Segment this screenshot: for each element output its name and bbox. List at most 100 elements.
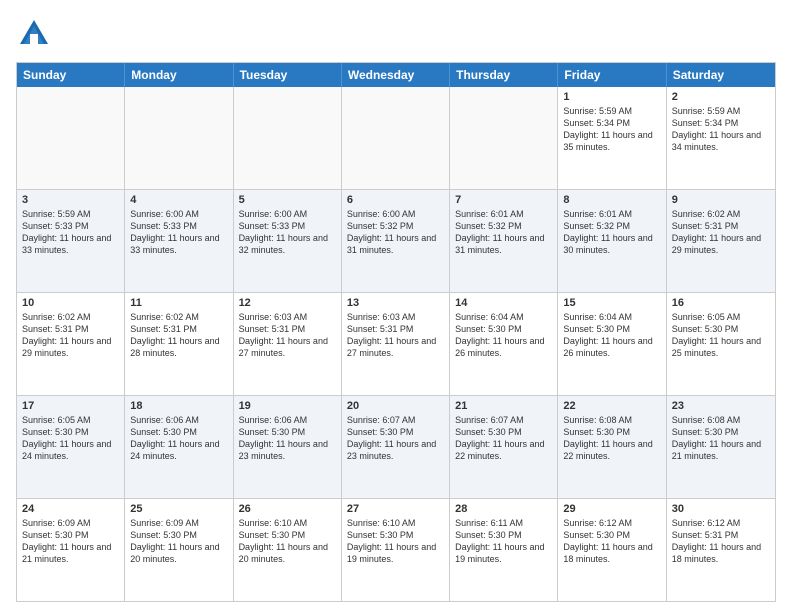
day-info: Sunrise: 5:59 AM Sunset: 5:34 PM Dayligh… xyxy=(672,105,770,154)
day-info: Sunrise: 6:10 AM Sunset: 5:30 PM Dayligh… xyxy=(239,517,336,566)
day-info: Sunrise: 6:00 AM Sunset: 5:33 PM Dayligh… xyxy=(239,208,336,257)
calendar-week-4: 17 Sunrise: 6:05 AM Sunset: 5:30 PM Dayli… xyxy=(17,396,775,499)
day-number: 17 xyxy=(22,400,119,412)
calendar-cell xyxy=(125,87,233,189)
calendar-cell: 21 Sunrise: 6:07 AM Sunset: 5:30 PM Dayli… xyxy=(450,396,558,498)
day-number: 19 xyxy=(239,400,336,412)
calendar-cell: 20 Sunrise: 6:07 AM Sunset: 5:30 PM Dayli… xyxy=(342,396,450,498)
calendar-cell: 4 Sunrise: 6:00 AM Sunset: 5:33 PM Daylig… xyxy=(125,190,233,292)
calendar-cell xyxy=(234,87,342,189)
day-info: Sunrise: 6:02 AM Sunset: 5:31 PM Dayligh… xyxy=(22,311,119,360)
day-info: Sunrise: 6:07 AM Sunset: 5:30 PM Dayligh… xyxy=(347,414,444,463)
calendar-cell xyxy=(342,87,450,189)
calendar-cell xyxy=(450,87,558,189)
day-number: 26 xyxy=(239,503,336,515)
calendar-cell: 29 Sunrise: 6:12 AM Sunset: 5:30 PM Dayli… xyxy=(558,499,666,601)
day-info: Sunrise: 6:05 AM Sunset: 5:30 PM Dayligh… xyxy=(672,311,770,360)
day-number: 21 xyxy=(455,400,552,412)
day-info: Sunrise: 6:12 AM Sunset: 5:31 PM Dayligh… xyxy=(672,517,770,566)
calendar-cell: 1 Sunrise: 5:59 AM Sunset: 5:34 PM Daylig… xyxy=(558,87,666,189)
calendar-cell: 30 Sunrise: 6:12 AM Sunset: 5:31 PM Dayli… xyxy=(667,499,775,601)
calendar-cell: 6 Sunrise: 6:00 AM Sunset: 5:32 PM Daylig… xyxy=(342,190,450,292)
day-info: Sunrise: 5:59 AM Sunset: 5:33 PM Dayligh… xyxy=(22,208,119,257)
day-info: Sunrise: 6:04 AM Sunset: 5:30 PM Dayligh… xyxy=(455,311,552,360)
day-number: 8 xyxy=(563,194,660,206)
day-info: Sunrise: 6:11 AM Sunset: 5:30 PM Dayligh… xyxy=(455,517,552,566)
day-info: Sunrise: 6:04 AM Sunset: 5:30 PM Dayligh… xyxy=(563,311,660,360)
calendar-cell: 19Sunrise: 6:06 AM Sunset: 5:30 PM Dayli… xyxy=(234,396,342,498)
calendar-cell: 11 Sunrise: 6:02 AM Sunset: 5:31 PM Dayli… xyxy=(125,293,233,395)
day-number: 14 xyxy=(455,297,552,309)
day-number: 1 xyxy=(563,91,660,103)
calendar-header-sunday: Sunday xyxy=(17,63,125,87)
day-number: 15 xyxy=(563,297,660,309)
day-info: Sunrise: 6:09 AM Sunset: 5:30 PM Dayligh… xyxy=(22,517,119,566)
calendar-header-row: SundayMondayTuesdayWednesdayThursdayFrid… xyxy=(17,63,775,87)
calendar-cell: 17 Sunrise: 6:05 AM Sunset: 5:30 PM Dayli… xyxy=(17,396,125,498)
calendar-header-thursday: Thursday xyxy=(450,63,558,87)
day-number: 4 xyxy=(130,194,227,206)
calendar-cell: 5Sunrise: 6:00 AM Sunset: 5:33 PM Daylig… xyxy=(234,190,342,292)
calendar-cell: 2 Sunrise: 5:59 AM Sunset: 5:34 PM Daylig… xyxy=(667,87,775,189)
calendar-cell: 24 Sunrise: 6:09 AM Sunset: 5:30 PM Dayli… xyxy=(17,499,125,601)
day-info: Sunrise: 6:03 AM Sunset: 5:31 PM Dayligh… xyxy=(347,311,444,360)
day-number: 27 xyxy=(347,503,444,515)
day-info: Sunrise: 6:08 AM Sunset: 5:30 PM Dayligh… xyxy=(563,414,660,463)
day-number: 29 xyxy=(563,503,660,515)
calendar-cell: 10 Sunrise: 6:02 AM Sunset: 5:31 PM Dayli… xyxy=(17,293,125,395)
calendar-cell: 22 Sunrise: 6:08 AM Sunset: 5:30 PM Dayli… xyxy=(558,396,666,498)
calendar-cell: 12 Sunrise: 6:03 AM Sunset: 5:31 PM Dayli… xyxy=(234,293,342,395)
day-number: 20 xyxy=(347,400,444,412)
calendar-cell: 28Sunrise: 6:11 AM Sunset: 5:30 PM Dayli… xyxy=(450,499,558,601)
day-number: 9 xyxy=(672,194,770,206)
calendar-cell: 15 Sunrise: 6:04 AM Sunset: 5:30 PM Dayli… xyxy=(558,293,666,395)
day-number: 2 xyxy=(672,91,770,103)
calendar-header-wednesday: Wednesday xyxy=(342,63,450,87)
day-number: 11 xyxy=(130,297,227,309)
day-info: Sunrise: 5:59 AM Sunset: 5:34 PM Dayligh… xyxy=(563,105,660,154)
calendar-cell: 3 Sunrise: 5:59 AM Sunset: 5:33 PM Daylig… xyxy=(17,190,125,292)
day-info: Sunrise: 6:01 AM Sunset: 5:32 PM Dayligh… xyxy=(563,208,660,257)
day-info: Sunrise: 6:12 AM Sunset: 5:30 PM Dayligh… xyxy=(563,517,660,566)
header xyxy=(16,16,776,52)
day-info: Sunrise: 6:07 AM Sunset: 5:30 PM Dayligh… xyxy=(455,414,552,463)
day-info: Sunrise: 6:00 AM Sunset: 5:33 PM Dayligh… xyxy=(130,208,227,257)
calendar-cell: 26 Sunrise: 6:10 AM Sunset: 5:30 PM Dayli… xyxy=(234,499,342,601)
day-info: Sunrise: 6:02 AM Sunset: 5:31 PM Dayligh… xyxy=(130,311,227,360)
calendar-cell: 13 Sunrise: 6:03 AM Sunset: 5:31 PM Dayli… xyxy=(342,293,450,395)
day-number: 10 xyxy=(22,297,119,309)
day-number: 12 xyxy=(239,297,336,309)
day-info: Sunrise: 6:10 AM Sunset: 5:30 PM Dayligh… xyxy=(347,517,444,566)
calendar-body: 1 Sunrise: 5:59 AM Sunset: 5:34 PM Daylig… xyxy=(17,87,775,601)
calendar-cell: 23Sunrise: 6:08 AM Sunset: 5:30 PM Dayli… xyxy=(667,396,775,498)
calendar-cell: 18Sunrise: 6:06 AM Sunset: 5:30 PM Dayli… xyxy=(125,396,233,498)
day-info: Sunrise: 6:09 AM Sunset: 5:30 PM Dayligh… xyxy=(130,517,227,566)
day-number: 7 xyxy=(455,194,552,206)
calendar-cell: 25 Sunrise: 6:09 AM Sunset: 5:30 PM Dayli… xyxy=(125,499,233,601)
calendar-header-monday: Monday xyxy=(125,63,233,87)
calendar-header-tuesday: Tuesday xyxy=(234,63,342,87)
day-number: 16 xyxy=(672,297,770,309)
day-number: 22 xyxy=(563,400,660,412)
day-number: 25 xyxy=(130,503,227,515)
day-info: Sunrise: 6:03 AM Sunset: 5:31 PM Dayligh… xyxy=(239,311,336,360)
calendar-week-5: 24 Sunrise: 6:09 AM Sunset: 5:30 PM Dayli… xyxy=(17,499,775,601)
day-number: 3 xyxy=(22,194,119,206)
day-number: 13 xyxy=(347,297,444,309)
day-number: 30 xyxy=(672,503,770,515)
calendar-week-2: 3 Sunrise: 5:59 AM Sunset: 5:33 PM Daylig… xyxy=(17,190,775,293)
day-number: 24 xyxy=(22,503,119,515)
logo-icon xyxy=(16,16,52,52)
day-info: Sunrise: 6:02 AM Sunset: 5:31 PM Dayligh… xyxy=(672,208,770,257)
calendar-header-friday: Friday xyxy=(558,63,666,87)
calendar-week-1: 1 Sunrise: 5:59 AM Sunset: 5:34 PM Daylig… xyxy=(17,87,775,190)
calendar-cell xyxy=(17,87,125,189)
day-info: Sunrise: 6:06 AM Sunset: 5:30 PM Dayligh… xyxy=(130,414,227,463)
day-number: 6 xyxy=(347,194,444,206)
day-info: Sunrise: 6:05 AM Sunset: 5:30 PM Dayligh… xyxy=(22,414,119,463)
calendar-cell: 16 Sunrise: 6:05 AM Sunset: 5:30 PM Dayli… xyxy=(667,293,775,395)
calendar-cell: 14 Sunrise: 6:04 AM Sunset: 5:30 PM Dayli… xyxy=(450,293,558,395)
calendar-cell: 27 Sunrise: 6:10 AM Sunset: 5:30 PM Dayli… xyxy=(342,499,450,601)
day-info: Sunrise: 6:00 AM Sunset: 5:32 PM Dayligh… xyxy=(347,208,444,257)
calendar-cell: 8 Sunrise: 6:01 AM Sunset: 5:32 PM Daylig… xyxy=(558,190,666,292)
